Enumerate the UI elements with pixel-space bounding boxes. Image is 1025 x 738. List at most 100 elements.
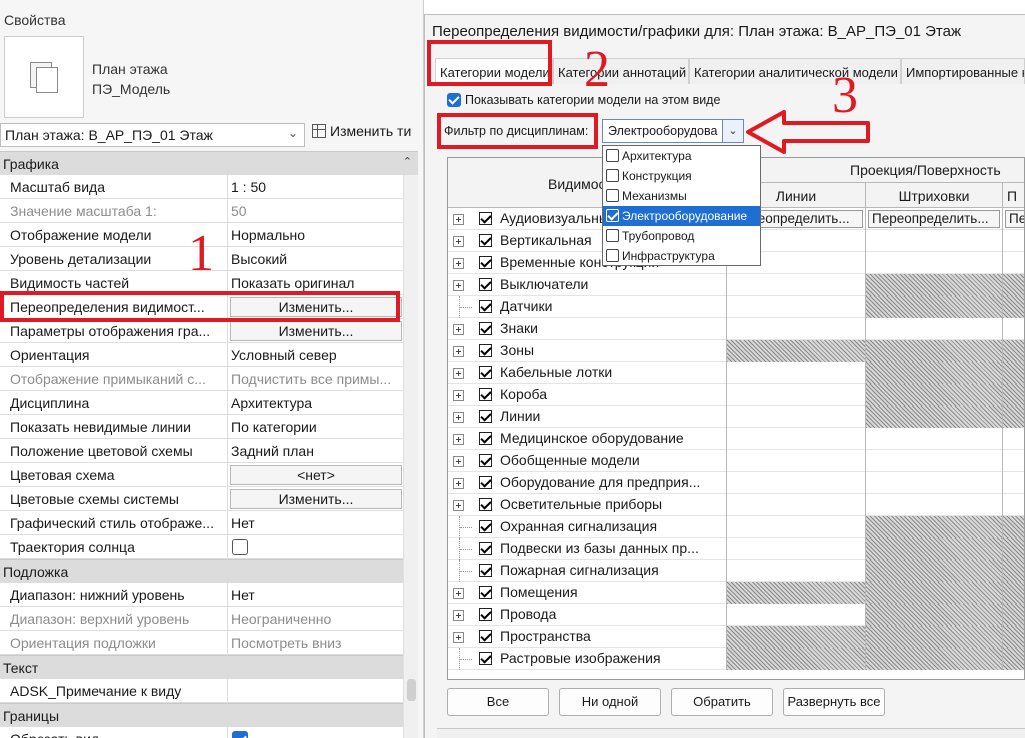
property-row[interactable]: Цветовые схемы системы Изменить... [0, 487, 418, 511]
property-row[interactable]: Показать невидимые линии По категории [0, 415, 418, 439]
expand-icon[interactable] [453, 478, 464, 489]
discipline-option[interactable]: Механизмы [603, 186, 760, 206]
property-row[interactable]: Диапазон: нижний уровень Нет [0, 583, 418, 607]
property-edit-button[interactable]: <нет> [230, 465, 402, 485]
property-value[interactable]: Задний план [231, 443, 406, 459]
visibility-checkbox[interactable] [479, 608, 492, 621]
property-row[interactable]: Параметры отображения гра... Изменить... [0, 319, 418, 343]
property-value[interactable]: Показать оригинал [231, 275, 406, 291]
more-cell[interactable] [1002, 472, 1024, 494]
property-row[interactable]: Графический стиль отображе... Нет [0, 511, 418, 535]
visibility-checkbox[interactable] [479, 432, 492, 445]
table-row[interactable]: Кабельные лотки [448, 362, 1024, 384]
expand-icon[interactable] [453, 324, 464, 335]
table-row[interactable]: Провода [448, 604, 1024, 626]
expand-icon[interactable] [453, 258, 464, 269]
scrollbar-thumb[interactable] [407, 679, 416, 701]
expand-all-button[interactable]: Развернуть все [783, 688, 885, 716]
more-cell[interactable] [1002, 428, 1024, 450]
property-value[interactable]: По категории [231, 419, 406, 435]
discipline-option[interactable]: Архитектура [603, 146, 760, 166]
table-row[interactable]: Растровые изображения [448, 648, 1024, 670]
visibility-checkbox[interactable] [479, 344, 492, 357]
hatch-cell[interactable] [865, 428, 1002, 450]
column-more-header[interactable]: П [1002, 182, 1024, 208]
discipline-option[interactable]: Электрооборудование [603, 206, 760, 226]
column-visibility-header[interactable]: Видимос [548, 176, 606, 192]
discipline-option[interactable]: Инфраструктура [603, 246, 760, 266]
edit-type-button[interactable]: Изменить ти [312, 123, 424, 147]
lines-cell[interactable] [726, 472, 865, 494]
lines-cell[interactable] [726, 516, 865, 538]
property-value[interactable]: Неограниченно [231, 611, 406, 627]
lines-cell[interactable] [726, 406, 865, 428]
expand-icon[interactable] [453, 214, 464, 225]
discipline-dropdown-list[interactable]: Архитектура Конструкция Механизмы Электрооб… [602, 145, 761, 266]
override-button[interactable]: Переопределить... [868, 210, 1000, 228]
select-none-button[interactable]: Ни одной [559, 688, 661, 716]
hatch-cell[interactable] [865, 626, 1002, 648]
property-value[interactable]: Подчистить все примы... [231, 371, 406, 387]
table-row[interactable]: Обобщенные модели [448, 450, 1024, 472]
visibility-checkbox[interactable] [479, 256, 492, 269]
hatch-cell[interactable] [865, 340, 1002, 362]
hatch-cell[interactable] [865, 252, 1002, 274]
property-value[interactable]: Посмотреть вниз [231, 635, 406, 651]
invert-button[interactable]: Обратить [671, 688, 773, 716]
visibility-checkbox[interactable] [479, 586, 492, 599]
property-value[interactable]: Высокий [231, 251, 406, 267]
visibility-checkbox[interactable] [479, 652, 492, 665]
hatch-cell[interactable] [865, 560, 1002, 582]
expand-icon[interactable] [453, 456, 464, 467]
more-cell[interactable] [1002, 538, 1024, 560]
hatch-cell[interactable] [865, 648, 1002, 670]
hatch-cell[interactable] [865, 582, 1002, 604]
column-hatch-header[interactable]: Штриховки [865, 182, 1002, 208]
chevron-down-icon[interactable]: ⌄ [722, 120, 743, 142]
lines-cell[interactable] [726, 538, 865, 560]
more-cell[interactable] [1002, 450, 1024, 472]
hatch-cell[interactable] [865, 230, 1002, 252]
visibility-checkbox[interactable] [479, 520, 492, 533]
table-row[interactable]: Медицинское оборудование [448, 428, 1024, 450]
property-value[interactable]: Нормально [231, 227, 406, 243]
table-row[interactable]: Датчики [448, 296, 1024, 318]
property-checkbox[interactable] [232, 539, 248, 555]
table-row[interactable]: Выключатели [448, 274, 1024, 296]
more-cell[interactable] [1002, 230, 1024, 252]
visibility-checkbox[interactable] [479, 498, 492, 511]
table-row[interactable]: Оборудование для предприя... [448, 472, 1024, 494]
visibility-checkbox[interactable] [479, 564, 492, 577]
expand-icon[interactable] [453, 390, 464, 401]
property-value[interactable]: Нет [231, 587, 406, 603]
visibility-checkbox[interactable] [479, 454, 492, 467]
tab-analytical-categories[interactable]: Категории аналитической модели [689, 58, 901, 84]
checkbox-icon[interactable] [606, 189, 619, 202]
expand-icon[interactable] [453, 500, 464, 511]
property-row[interactable]: Отображение примыканий с... Подчистить вс… [0, 367, 418, 391]
visibility-checkbox[interactable] [479, 234, 492, 247]
property-row[interactable]: ADSK_Примечание к виду [0, 679, 418, 703]
lines-cell[interactable] [726, 604, 865, 626]
property-row[interactable]: Дисциплина Архитектура [0, 391, 418, 415]
expand-icon[interactable] [453, 434, 464, 445]
visibility-checkbox[interactable] [479, 388, 492, 401]
expand-icon[interactable] [453, 412, 464, 423]
table-row[interactable]: Пожарная сигнализация [448, 560, 1024, 582]
override-button[interactable]: Пе [1005, 210, 1024, 228]
more-cell[interactable] [1002, 560, 1024, 582]
lines-cell[interactable] [726, 626, 865, 648]
lines-cell[interactable] [726, 648, 865, 670]
discipline-option[interactable]: Конструкция [603, 166, 760, 186]
checkbox-icon[interactable] [606, 249, 619, 262]
table-row[interactable]: Подвески из базы данных пр... [448, 538, 1024, 560]
hatch-cell[interactable] [865, 296, 1002, 318]
more-cell[interactable] [1002, 318, 1024, 340]
checkbox-icon[interactable] [606, 169, 619, 182]
expand-icon[interactable] [453, 280, 464, 291]
table-row[interactable]: Помещения [448, 582, 1024, 604]
checkbox-icon[interactable] [606, 229, 619, 242]
properties-section[interactable]: Текст⌃ [0, 655, 418, 679]
properties-scrollbar[interactable] [403, 175, 418, 738]
property-row[interactable]: Ориентация подложки Посмотреть вниз [0, 631, 418, 655]
